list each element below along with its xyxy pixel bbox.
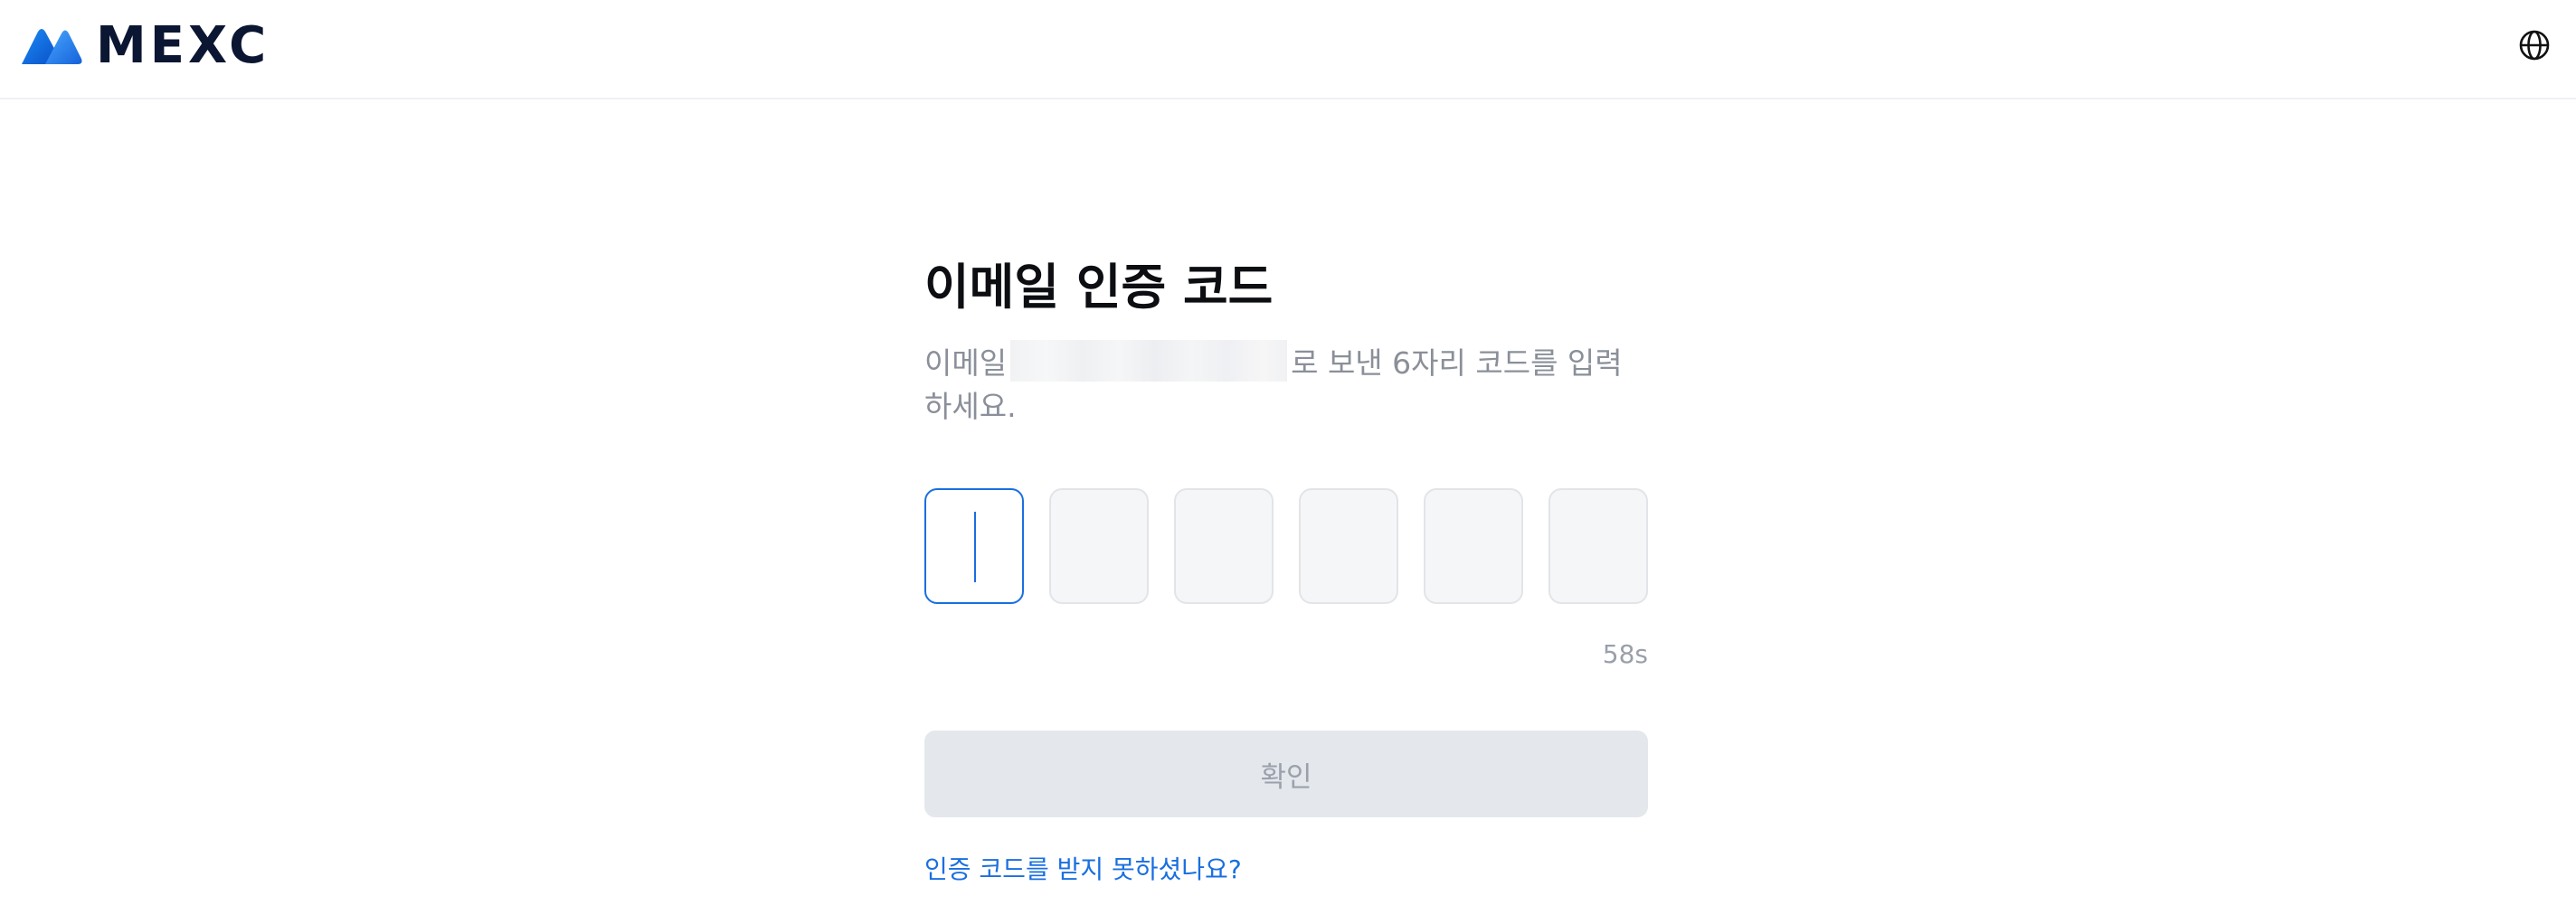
code-digit-4-input[interactable] <box>1299 488 1398 604</box>
text-cursor <box>974 512 976 582</box>
masked-email <box>1010 340 1288 382</box>
logo-wordmark: MEXC <box>96 16 270 75</box>
no-code-help-link[interactable]: 인증 코드를 받지 못하셨나요? <box>924 852 1242 888</box>
confirm-button[interactable]: 확인 <box>924 731 1648 817</box>
globe-icon[interactable] <box>2518 29 2551 61</box>
instruction-prefix: 이메일 <box>924 345 1008 381</box>
code-digit-6-input[interactable] <box>1548 488 1648 604</box>
code-digit-1-input[interactable] <box>924 488 1024 604</box>
code-digit-2-input[interactable] <box>1049 488 1149 604</box>
instruction-text: 이메일 로 보낸 6자리 코드를 입력하세요. <box>924 340 1648 429</box>
code-digit-5-input[interactable] <box>1424 488 1523 604</box>
code-digit-3-input[interactable] <box>1174 488 1274 604</box>
code-input-group <box>924 488 1648 604</box>
mexc-logo-mark-icon <box>22 29 82 64</box>
top-header: MEXC <box>0 0 2576 99</box>
page-title: 이메일 인증 코드 <box>924 259 1274 316</box>
resend-countdown: 58s <box>1602 639 1648 669</box>
mexc-logo[interactable]: MEXC <box>20 16 270 75</box>
